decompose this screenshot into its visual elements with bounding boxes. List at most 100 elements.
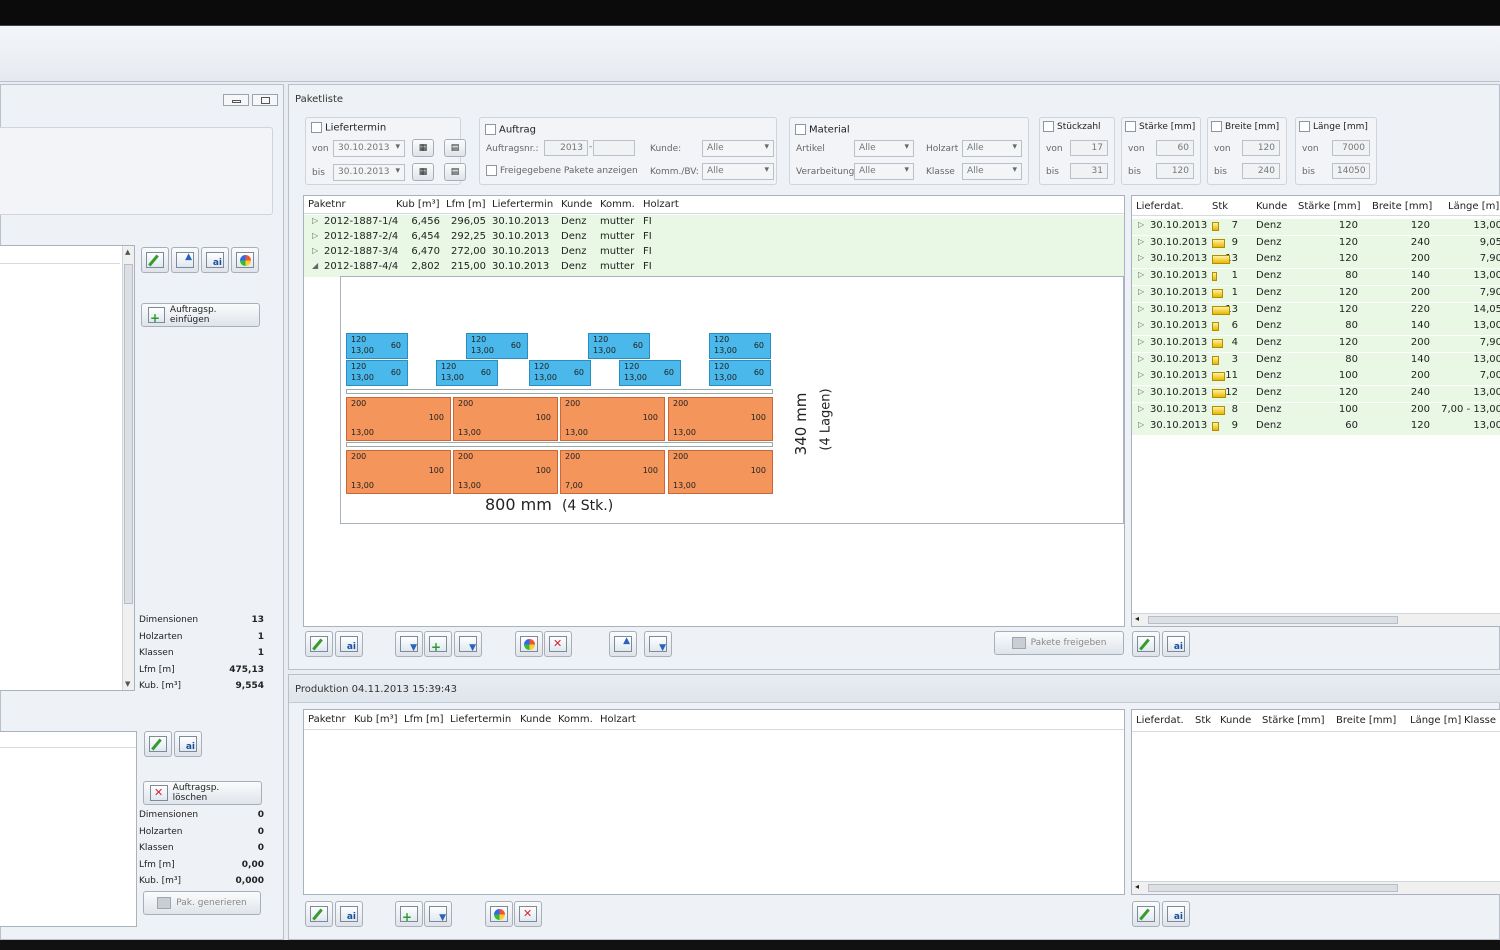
expand-arrow-icon[interactable]: ▷ <box>1138 404 1144 413</box>
column-header[interactable]: Kub [m³] <box>354 714 397 725</box>
grid-down-button[interactable] <box>454 631 482 657</box>
column-header[interactable]: Lieferdat. <box>1136 201 1184 212</box>
column-header[interactable]: Stärke [mm] <box>1298 201 1361 212</box>
detail-row[interactable]: ▷ 30.10.2013 1 Denz 80 140 13,00 <box>1132 269 1500 286</box>
insert-order-button[interactable]: Auftragsp. einfügen <box>141 303 260 327</box>
detail-row[interactable]: ▷ 30.10.2013 9 Denz 120 240 9,05 <box>1132 235 1500 252</box>
freigegeben-checkbox[interactable] <box>486 165 497 176</box>
laenge-from-field[interactable]: 7000 <box>1332 140 1370 156</box>
detail-row[interactable]: ▷ 30.10.2013 11 Denz 100 200 7,00 <box>1132 369 1500 386</box>
expand-arrow-icon[interactable]: ▷ <box>1138 387 1144 396</box>
detail-row[interactable]: ▷ 30.10.2013 12 Denz 120 240 13,00 <box>1132 386 1500 402</box>
column-header[interactable]: Komm. <box>558 714 593 725</box>
expand-arrow-icon[interactable]: ▷ <box>1138 320 1144 329</box>
stueckzahl-checkbox[interactable] <box>1043 121 1054 132</box>
calendar-to-button[interactable]: ▦ <box>412 163 434 181</box>
column-header[interactable]: Kunde <box>561 199 592 210</box>
calendar-from-button[interactable]: ▦ <box>412 139 434 157</box>
expand-arrow-icon[interactable]: ▷ <box>1138 270 1144 279</box>
auftragsnr-year-field[interactable]: 2013 <box>544 140 588 156</box>
remove-button[interactable] <box>514 901 542 927</box>
minimize-pane-button[interactable] <box>223 94 249 106</box>
expand-arrow-icon[interactable]: ▷ <box>312 246 318 255</box>
refresh-button[interactable] <box>395 631 423 657</box>
expand-arrow-icon[interactable]: ▷ <box>1138 354 1144 363</box>
expand-arrow-icon[interactable]: ◢ <box>312 261 318 270</box>
detail-row[interactable]: ▷ 30.10.2013 6 Denz 80 140 13,00 <box>1132 319 1500 336</box>
artikel-select[interactable]: Alle <box>854 140 914 157</box>
laenge-checkbox[interactable] <box>1299 121 1310 132</box>
detail-row[interactable]: ▷ 30.10.2013 13 Denz 120 220 14,05 <box>1132 302 1500 319</box>
expand-arrow-icon[interactable]: ▷ <box>1138 337 1144 346</box>
column-header[interactable]: Kub [m³] <box>396 199 439 210</box>
column-header[interactable]: Klasse <box>1464 715 1496 726</box>
color-button[interactable] <box>515 631 543 657</box>
left-ai-button[interactable] <box>201 247 229 273</box>
left-sort-button[interactable] <box>171 247 199 273</box>
column-header[interactable]: Stärke [mm] <box>1262 715 1325 726</box>
detail-row[interactable]: ▷ 30.10.2013 7 Denz 120 120 13,00 <box>1132 219 1500 235</box>
calendar-from-reset-button[interactable]: ▤ <box>444 139 466 157</box>
column-header[interactable]: Kunde <box>1256 201 1287 212</box>
column-header[interactable]: Länge [m] <box>1410 715 1461 726</box>
left-lower-edit-button[interactable] <box>144 731 172 757</box>
column-header[interactable]: Breite [mm] <box>1336 715 1396 726</box>
stueckzahl-to-field[interactable]: 31 <box>1070 163 1108 179</box>
expand-arrow-icon[interactable]: ▷ <box>1138 420 1144 429</box>
detail-ai-button[interactable] <box>1162 631 1190 657</box>
expand-arrow-icon[interactable]: ▷ <box>312 216 318 225</box>
detail-row[interactable]: ▷ 30.10.2013 3 Denz 80 140 13,00 <box>1132 352 1500 369</box>
expand-arrow-icon[interactable]: ▷ <box>1138 237 1144 246</box>
column-header[interactable]: Kunde <box>520 714 551 725</box>
holzart-select[interactable]: Alle <box>962 140 1022 157</box>
column-header[interactable]: Stk <box>1212 201 1228 212</box>
grid-down-button[interactable] <box>424 901 452 927</box>
laenge-to-field[interactable]: 14050 <box>1332 163 1370 179</box>
expand-arrow-icon[interactable]: ▷ <box>1138 220 1144 229</box>
detail-horizontal-scrollbar[interactable]: ◂ <box>1132 613 1500 626</box>
move-up-button[interactable] <box>609 631 637 657</box>
paket-grid[interactable]: Paketnr Kub [m³] Lfm [m] Liefertermin Kunde K… <box>303 195 1125 627</box>
paket-row[interactable]: ◢ 2012-1887-4/4 2,802 215,00 30.10.2013 Denz m… <box>304 260 1124 275</box>
staerke-checkbox[interactable] <box>1125 121 1136 132</box>
grid-add-button[interactable] <box>395 901 423 927</box>
produktion-horizontal-scrollbar[interactable]: ◂ <box>1132 881 1500 894</box>
verarbeitung-select[interactable]: Alle <box>854 163 914 180</box>
expand-arrow-icon[interactable]: ▷ <box>1138 287 1144 296</box>
column-header[interactable]: Paketnr <box>308 714 346 725</box>
breite-checkbox[interactable] <box>1211 121 1222 132</box>
column-header[interactable]: Holzart <box>643 199 679 210</box>
expand-arrow-icon[interactable]: ▷ <box>1138 370 1144 379</box>
grid-add-button[interactable] <box>424 631 452 657</box>
left-upper-list[interactable]: ▲ ▼ <box>0 245 135 691</box>
detail-row[interactable]: ▷ 30.10.2013 8 Denz 100 200 7,00 - 13,00 <box>1132 402 1500 419</box>
delete-order-button[interactable]: Auftragsp. löschen <box>143 781 262 805</box>
maximize-pane-button[interactable] <box>252 94 278 106</box>
paket-row[interactable]: ▷ 2012-1887-3/4 6,470 272,00 30.10.2013 Denz m… <box>304 245 1124 260</box>
column-header[interactable]: Liefertermin <box>450 714 511 725</box>
left-upper-scrollbar[interactable]: ▲ ▼ <box>122 246 134 690</box>
expand-arrow-icon[interactable]: ▷ <box>312 231 318 240</box>
calendar-to-reset-button[interactable]: ▤ <box>444 163 466 181</box>
column-header[interactable]: Lieferdat. <box>1136 715 1184 726</box>
produktion-grid[interactable]: Paketnr Kub [m³] Lfm [m] Liefertermin Kunde K… <box>303 709 1125 895</box>
expand-arrow-icon[interactable]: ▷ <box>1138 304 1144 313</box>
column-header[interactable]: Breite [mm] <box>1372 201 1432 212</box>
column-header[interactable]: Paketnr <box>308 199 346 210</box>
detail-row[interactable]: ▷ 30.10.2013 4 Denz 120 200 7,90 <box>1132 335 1500 352</box>
remove-button[interactable] <box>544 631 572 657</box>
staerke-to-field[interactable]: 120 <box>1156 163 1194 179</box>
detail-row[interactable]: ▷ 30.10.2013 1 Denz 120 200 7,90 <box>1132 285 1500 302</box>
ai-button[interactable] <box>335 631 363 657</box>
liefertermin-checkbox[interactable] <box>311 122 322 133</box>
produktion-detail-grid[interactable]: Lieferdat. Stk Kunde Stärke [mm] Breite [mm]… <box>1131 709 1500 895</box>
material-checkbox[interactable] <box>795 124 806 135</box>
auftragsnr-number-field[interactable] <box>593 140 635 156</box>
edit-button[interactable] <box>305 631 333 657</box>
left-edit-button[interactable] <box>141 247 169 273</box>
stueckzahl-from-field[interactable]: 17 <box>1070 140 1108 156</box>
column-header[interactable]: Länge [m] <box>1448 201 1499 212</box>
kunde-select[interactable]: Alle <box>702 140 774 157</box>
paket-detail-grid[interactable]: Lieferdat. Stk Kunde Stärke [mm] Breite [mm]… <box>1131 195 1500 627</box>
release-packages-button[interactable]: Pakete freigeben <box>994 631 1124 655</box>
